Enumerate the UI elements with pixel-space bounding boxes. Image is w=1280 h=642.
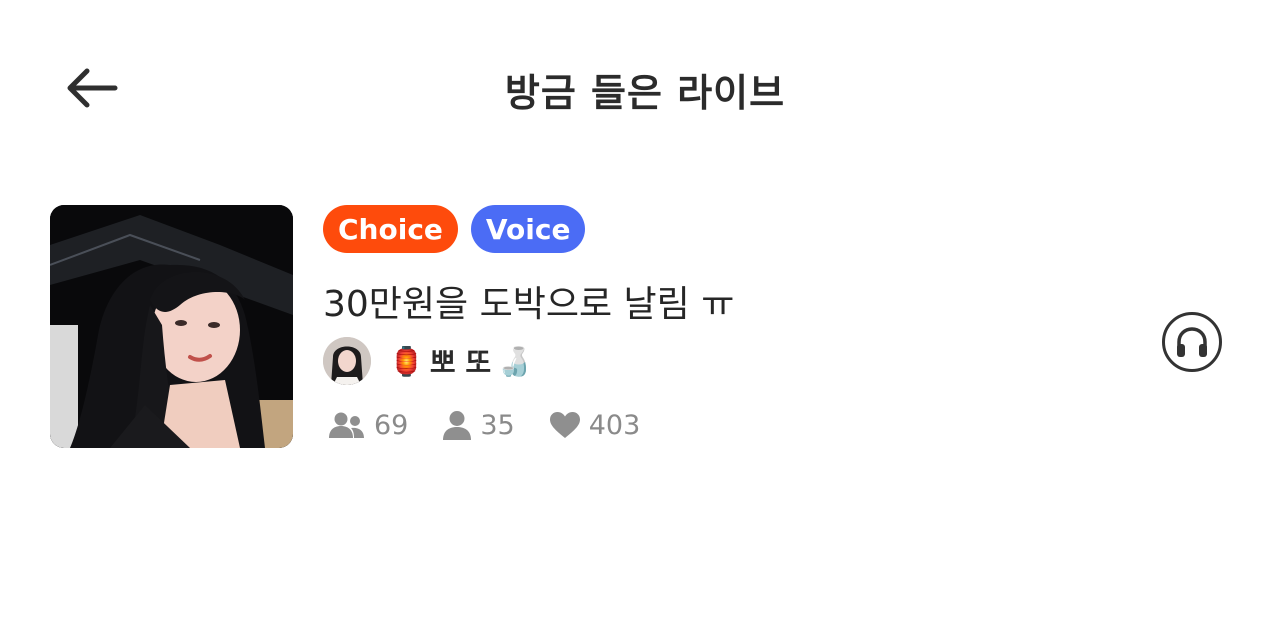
listeners-stat: 69 [328,410,408,441]
live-thumbnail [50,205,293,448]
users-icon [329,412,364,438]
stats-row: 69 35 403 [328,407,674,443]
listeners-count: 69 [374,409,409,441]
fans-count: 35 [480,409,515,441]
badge-group: Choice Voice [323,205,586,255]
fans-stat: 35 [442,409,515,441]
heart-icon [549,412,580,438]
lantern-emoji: 🏮 [389,344,424,378]
choice-badge: Choice [323,205,458,253]
user-icon [443,411,472,440]
voice-badge: Voice [470,205,586,253]
listen-button[interactable] [1162,312,1222,372]
live-info: Choice Voice 30만원을 도박으로 날림 ㅠ 🏮 뽀 또 🍶 69 … [323,205,1083,450]
headphones-icon [1177,327,1207,357]
header: 방금 들은 라이브 [0,0,1280,175]
likes-stat: 403 [549,409,641,441]
live-title: 30만원을 도박으로 날림 ㅠ [323,284,735,325]
host-name-text: 뽀 또 [429,346,492,379]
host-avatar[interactable] [323,337,371,385]
likes-count: 403 [588,409,641,441]
live-list-item[interactable]: Choice Voice 30만원을 도박으로 날림 ㅠ 🏮 뽀 또 🍶 69 … [50,205,1250,450]
host-row[interactable]: 🏮 뽀 또 🍶 [323,336,532,386]
sake-emoji: 🍶 [497,344,533,378]
host-name: 🏮 뽀 또 🍶 [389,341,532,381]
page-title: 방금 들은 라이브 [504,71,786,115]
